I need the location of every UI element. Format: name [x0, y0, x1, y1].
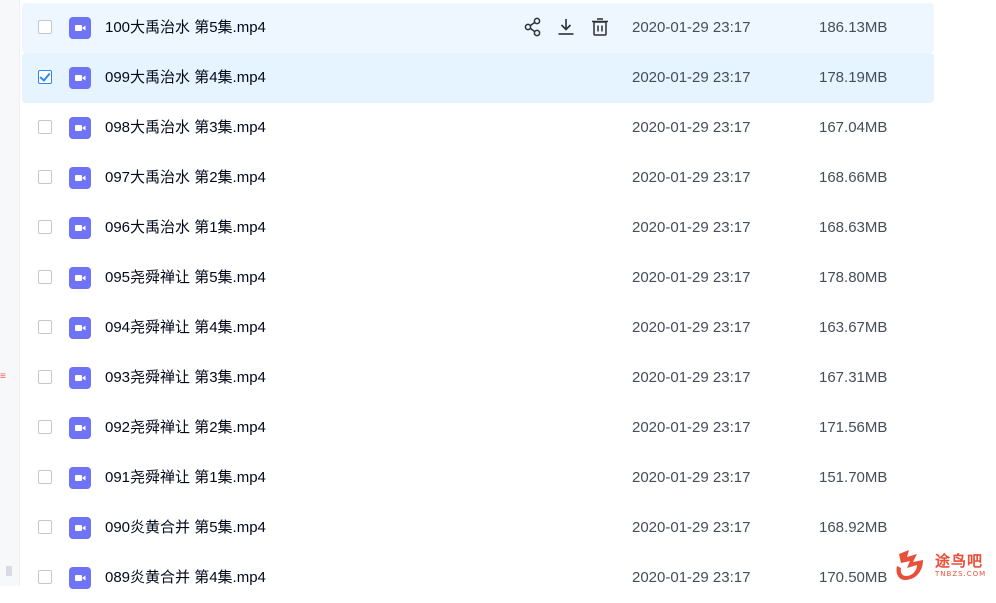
share-icon — [524, 17, 541, 37]
file-row[interactable]: 096大禹治水 第1集.mp4 2020-01-29 23:17 168.63MB — [22, 203, 934, 253]
file-size: 178.19MB — [819, 69, 888, 86]
file-name[interactable]: 099大禹治水 第4集.mp4 — [105, 69, 266, 87]
row-checkbox[interactable] — [38, 170, 52, 184]
file-name[interactable]: 093尧舜禅让 第3集.mp4 — [105, 369, 266, 387]
video-file-icon — [69, 267, 91, 289]
file-name[interactable]: 096大禹治水 第1集.mp4 — [105, 219, 266, 237]
modified-date: 2020-01-29 23:17 — [632, 469, 751, 486]
file-row[interactable]: 091尧舜禅让 第1集.mp4 2020-01-29 23:17 151.70MB — [22, 453, 934, 503]
file-size: 170.50MB — [819, 569, 888, 586]
row-checkbox[interactable] — [38, 420, 52, 434]
watermark-logo-icon — [896, 550, 923, 580]
file-size: 168.66MB — [819, 169, 888, 186]
video-file-icon — [69, 217, 91, 239]
row-checkbox[interactable] — [38, 220, 52, 234]
download-button[interactable] — [555, 16, 577, 38]
file-row[interactable]: 089炎黄合并 第4集.mp4 2020-01-29 23:17 170.50MB — [22, 553, 934, 603]
watermark-text: 途鸟吧 — [935, 552, 984, 570]
file-row[interactable]: 094尧舜禅让 第4集.mp4 2020-01-29 23:17 163.67MB — [22, 303, 934, 353]
file-list: 100大禹治水 第5集.mp4 2020-01-29 23:17 186.13MB 0… — [22, 3, 934, 603]
row-checkbox[interactable] — [38, 470, 52, 484]
delete-icon — [592, 18, 608, 36]
file-name[interactable]: 098大禹治水 第3集.mp4 — [105, 119, 266, 137]
video-file-icon — [69, 67, 91, 89]
sidebar-edge — [0, 0, 20, 586]
file-row[interactable]: 095尧舜禅让 第5集.mp4 2020-01-29 23:17 178.80MB — [22, 253, 934, 303]
video-file-icon — [69, 17, 91, 39]
file-name[interactable]: 097大禹治水 第2集.mp4 — [105, 169, 266, 187]
file-size: 163.67MB — [819, 319, 888, 336]
file-row[interactable]: 099大禹治水 第4集.mp4 2020-01-29 23:17 178.19MB — [22, 53, 934, 103]
modified-date: 2020-01-29 23:17 — [632, 519, 751, 536]
share-button[interactable] — [522, 16, 544, 38]
modified-date: 2020-01-29 23:17 — [632, 169, 751, 186]
file-name[interactable]: 089炎黄合并 第4集.mp4 — [105, 569, 266, 587]
row-checkbox[interactable] — [38, 520, 52, 534]
file-row[interactable]: 098大禹治水 第3集.mp4 2020-01-29 23:17 167.04MB — [22, 103, 934, 153]
file-row[interactable]: 092尧舜禅让 第2集.mp4 2020-01-29 23:17 171.56MB — [22, 403, 934, 453]
watermark-subtext: TNBZS.COM — [935, 570, 987, 578]
modified-date: 2020-01-29 23:17 — [632, 369, 751, 386]
delete-button[interactable] — [589, 16, 611, 38]
file-size: 167.31MB — [819, 369, 888, 386]
modified-date: 2020-01-29 23:17 — [632, 569, 751, 586]
file-row[interactable]: 093尧舜禅让 第3集.mp4 2020-01-29 23:17 167.31MB — [22, 353, 934, 403]
row-checkbox[interactable] — [38, 370, 52, 384]
modified-date: 2020-01-29 23:17 — [632, 219, 751, 236]
file-size: 151.70MB — [819, 469, 888, 486]
file-name[interactable]: 092尧舜禅让 第2集.mp4 — [105, 419, 266, 437]
video-file-icon — [69, 467, 91, 489]
file-row[interactable]: 100大禹治水 第5集.mp4 2020-01-29 23:17 186.13MB — [22, 3, 934, 53]
file-size: 168.92MB — [819, 519, 888, 536]
modified-date: 2020-01-29 23:17 — [632, 269, 751, 286]
file-size: 167.04MB — [819, 119, 888, 136]
modified-date: 2020-01-29 23:17 — [632, 319, 751, 336]
modified-date: 2020-01-29 23:17 — [632, 69, 751, 86]
row-checkbox[interactable] — [38, 270, 52, 284]
sidebar-scroll-marker — [6, 566, 12, 576]
file-name[interactable]: 095尧舜禅让 第5集.mp4 — [105, 269, 266, 287]
modified-date: 2020-01-29 23:17 — [632, 19, 751, 36]
video-file-icon — [69, 117, 91, 139]
file-name[interactable]: 094尧舜禅让 第4集.mp4 — [105, 319, 266, 337]
file-size: 186.13MB — [819, 19, 888, 36]
file-size: 171.56MB — [819, 419, 888, 436]
file-row[interactable]: 090炎黄合并 第5集.mp4 2020-01-29 23:17 168.92MB — [22, 503, 934, 553]
file-name[interactable]: 091尧舜禅让 第1集.mp4 — [105, 469, 266, 487]
modified-date: 2020-01-29 23:17 — [632, 419, 751, 436]
sidebar-fragment: ≡ — [0, 371, 6, 382]
file-name[interactable]: 100大禹治水 第5集.mp4 — [105, 19, 266, 37]
row-checkbox[interactable] — [38, 570, 52, 584]
download-icon — [558, 19, 574, 35]
file-size: 178.80MB — [819, 269, 888, 286]
modified-date: 2020-01-29 23:17 — [632, 119, 751, 136]
row-checkbox[interactable] — [38, 70, 52, 84]
row-checkbox[interactable] — [38, 320, 52, 334]
file-name[interactable]: 090炎黄合并 第5集.mp4 — [105, 519, 266, 537]
file-row[interactable]: 097大禹治水 第2集.mp4 2020-01-29 23:17 168.66MB — [22, 153, 934, 203]
video-file-icon — [69, 367, 91, 389]
video-file-icon — [69, 317, 91, 339]
site-watermark: 途鸟吧 TNBZS.COM — [893, 548, 993, 584]
video-file-icon — [69, 517, 91, 539]
file-size: 168.63MB — [819, 219, 888, 236]
row-checkbox[interactable] — [38, 120, 52, 134]
row-checkbox[interactable] — [38, 20, 52, 34]
video-file-icon — [69, 167, 91, 189]
video-file-icon — [69, 417, 91, 439]
